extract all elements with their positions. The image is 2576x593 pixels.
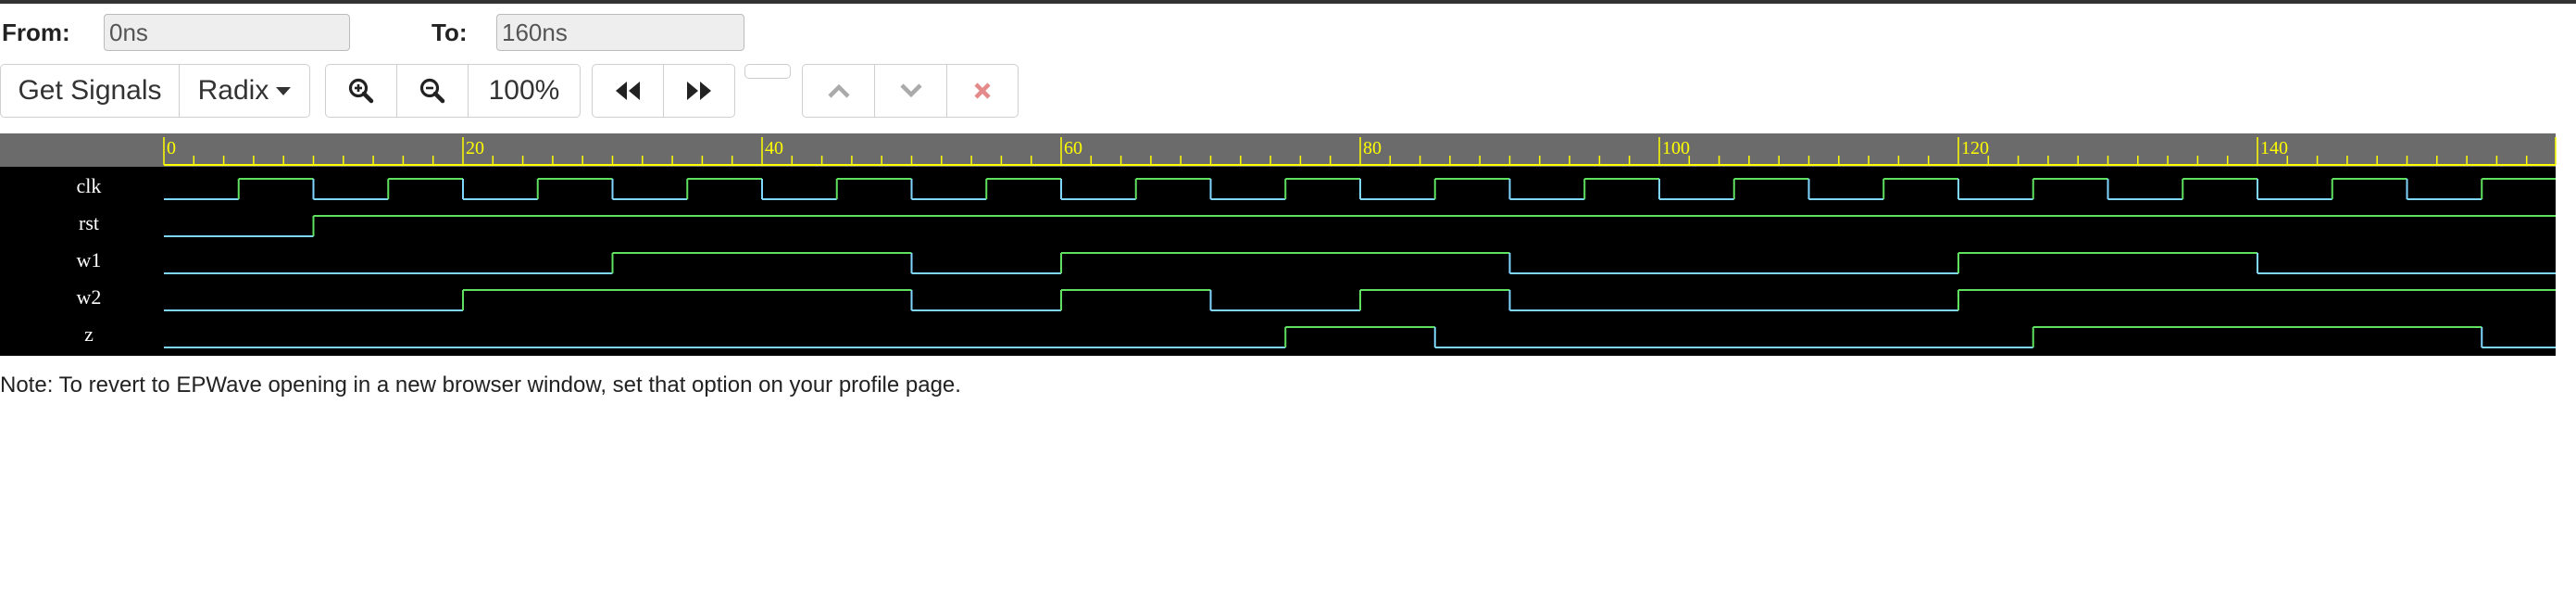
zoom-out-icon xyxy=(419,78,445,104)
ruler-label: 20 xyxy=(466,138,484,158)
search-group xyxy=(802,64,1019,118)
profile-note: Note: To revert to EPWave opening in a n… xyxy=(0,372,961,397)
chevron-up-icon xyxy=(827,83,850,98)
ruler-label: 40 xyxy=(765,138,783,158)
zoom-group: 100% xyxy=(325,64,581,118)
zoom-level-button[interactable]: 100% xyxy=(468,64,581,118)
ruler-label: 60 xyxy=(1064,138,1082,158)
signal-name-z[interactable]: z xyxy=(84,322,94,346)
from-input[interactable]: 0ns xyxy=(104,14,350,51)
waveform-viewer[interactable]: 0 20 40 60 80 100 120 140 clk rst w1 w2 z xyxy=(0,133,2576,356)
fast-forward-button[interactable] xyxy=(663,64,735,118)
top-border xyxy=(0,0,2576,4)
from-label: From: xyxy=(2,19,70,46)
signal-name-rst[interactable]: rst xyxy=(79,211,99,234)
ruler-label: 80 xyxy=(1363,138,1382,158)
ruler-label: 140 xyxy=(2260,138,2288,158)
signal-name-w2[interactable]: w2 xyxy=(77,285,102,309)
zoom-level-label: 100% xyxy=(488,75,560,106)
fast-backward-button[interactable] xyxy=(592,64,664,118)
previous-button[interactable] xyxy=(802,64,875,118)
next-button[interactable] xyxy=(874,64,947,118)
fast-backward-icon xyxy=(616,82,640,100)
chevron-down-icon xyxy=(899,83,922,98)
radix-dropdown[interactable]: Radix xyxy=(179,64,310,118)
clear-button[interactable] xyxy=(946,64,1019,118)
caret-down-icon xyxy=(276,86,292,95)
ruler-label: 120 xyxy=(1961,138,1989,158)
ruler-label: 100 xyxy=(1662,138,1690,158)
signal-name-w1[interactable]: w1 xyxy=(77,248,102,271)
zoom-out-button[interactable] xyxy=(396,64,469,118)
time-ruler[interactable] xyxy=(0,133,2556,167)
get-signals-button[interactable]: Get Signals xyxy=(0,64,180,118)
zoom-in-icon xyxy=(348,78,374,104)
close-icon xyxy=(974,82,991,99)
fast-forward-icon xyxy=(687,82,711,100)
blank-button[interactable] xyxy=(744,64,791,79)
navigation-group xyxy=(592,64,735,118)
radix-label: Radix xyxy=(197,75,269,106)
signal-name-clk[interactable]: clk xyxy=(77,174,102,197)
zoom-in-button[interactable] xyxy=(325,64,397,118)
to-input[interactable]: 160ns xyxy=(496,14,744,51)
ruler-label: 0 xyxy=(167,138,176,158)
signals-group: Get Signals Radix xyxy=(0,64,310,118)
get-signals-label: Get Signals xyxy=(18,75,162,106)
to-label: To: xyxy=(431,19,468,46)
